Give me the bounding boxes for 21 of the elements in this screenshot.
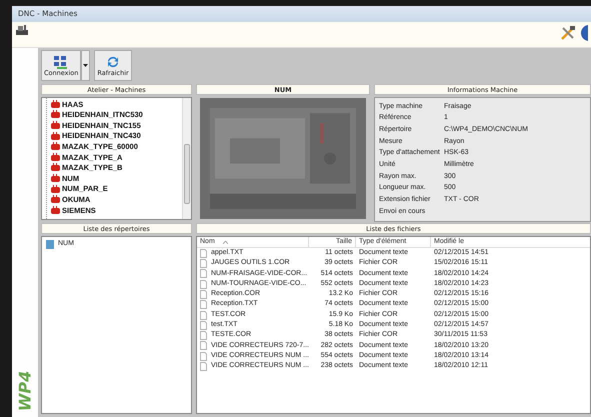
machine-icon [51,100,60,109]
folder-icon [46,240,54,249]
caret-icon [83,64,88,67]
machine-icon [51,163,60,172]
wp4-logo: WP4 [17,370,33,412]
refresh-icon [106,55,120,70]
machine-icon [51,174,60,183]
machine-icon [51,110,60,120]
machine-icon [51,142,60,152]
machine-icon[interactable] [15,24,29,36]
machine-icon [51,184,60,194]
scrollbar[interactable] [182,98,191,219]
machine-icon [51,195,60,204]
sort-icon [222,240,228,244]
machine-icon [51,120,60,130]
network-icon [53,55,70,70]
tools-icon[interactable] [560,25,576,41]
machine-icon [51,132,60,141]
machine-icon [51,152,60,162]
machine-icon [51,206,60,215]
dropdown-button[interactable] [81,50,90,81]
